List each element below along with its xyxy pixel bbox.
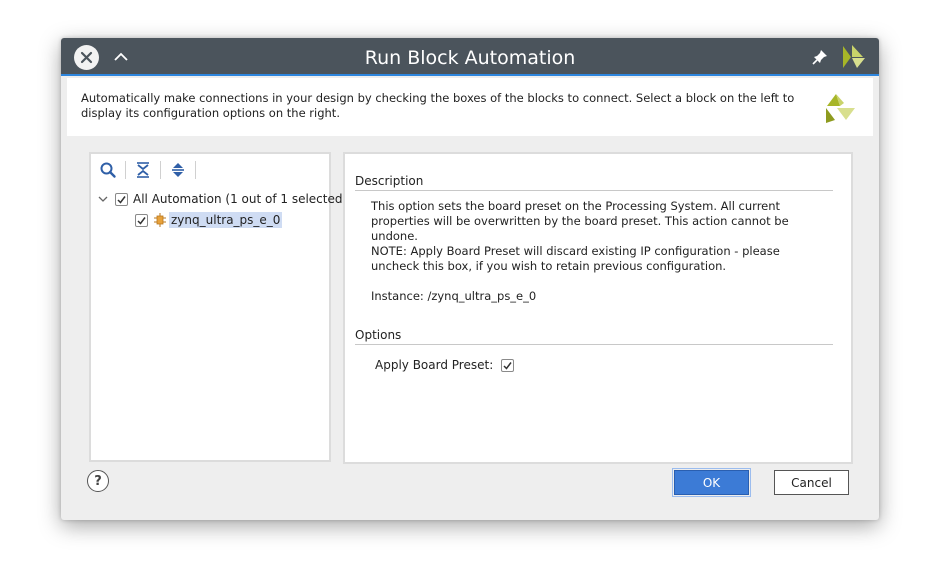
xilinx-logo-icon — [822, 90, 856, 124]
tree-row-all-automation[interactable]: All Automation (1 out of 1 selected) — [97, 189, 347, 209]
instance-text: Instance: /zynq_ultra_ps_e_0 — [371, 289, 537, 303]
chip-icon — [154, 213, 166, 227]
apply-board-preset-label: Apply Board Preset: — [375, 358, 494, 372]
apply-board-preset-checkbox[interactable] — [501, 358, 515, 372]
collapse-all-button[interactable] — [134, 161, 152, 179]
tree-toolbar — [91, 154, 329, 186]
run-block-automation-dialog: Run Block Automation Automatically make … — [61, 38, 879, 520]
all-automation-label: All Automation (1 out of 1 selected) — [133, 192, 348, 206]
tree-row-zynq-ultra-ps[interactable]: zynq_ultra_ps_e_0 — [135, 210, 283, 230]
toolbar-separator — [125, 161, 126, 179]
dialog-title: Run Block Automation — [364, 47, 576, 69]
all-automation-checkbox[interactable] — [115, 192, 128, 206]
banner-text: Automatically make connections in your d… — [81, 91, 795, 120]
pin-button[interactable] — [811, 48, 829, 66]
ok-button[interactable]: OK — [672, 468, 751, 497]
note-paragraph: NOTE: Apply Board Preset will discard ex… — [371, 244, 780, 273]
description-heading: Description — [355, 174, 833, 191]
options-heading: Options — [355, 328, 833, 345]
apply-board-preset-option: Apply Board Preset: — [375, 358, 519, 372]
expand-all-icon — [172, 163, 184, 177]
zynq-ultra-ps-checkbox[interactable] — [135, 213, 148, 227]
chevron-down-icon[interactable] — [97, 193, 109, 205]
details-panel: Description This option sets the board p… — [343, 152, 853, 464]
title-bar: Run Block Automation — [61, 38, 879, 76]
checkmark-icon — [503, 361, 512, 370]
collapse-all-icon — [137, 162, 149, 178]
description-banner: Automatically make connections in your d… — [67, 78, 873, 136]
search-button[interactable] — [99, 161, 117, 179]
help-button[interactable]: ? — [87, 470, 109, 492]
toolbar-separator — [160, 161, 161, 179]
zynq-ultra-ps-label[interactable]: zynq_ultra_ps_e_0 — [169, 212, 283, 228]
pin-icon — [812, 50, 827, 65]
toolbar-separator — [195, 161, 196, 179]
xilinx-logo-icon — [839, 43, 867, 71]
checkmark-icon — [117, 195, 126, 204]
search-icon — [100, 162, 116, 178]
checkmark-icon — [137, 216, 146, 225]
expand-all-button[interactable] — [169, 161, 187, 179]
automation-tree-panel: All Automation (1 out of 1 selected) zyn… — [89, 152, 347, 462]
description-paragraph: This option sets the board preset on the… — [371, 199, 789, 243]
cancel-button[interactable]: Cancel — [774, 470, 849, 495]
